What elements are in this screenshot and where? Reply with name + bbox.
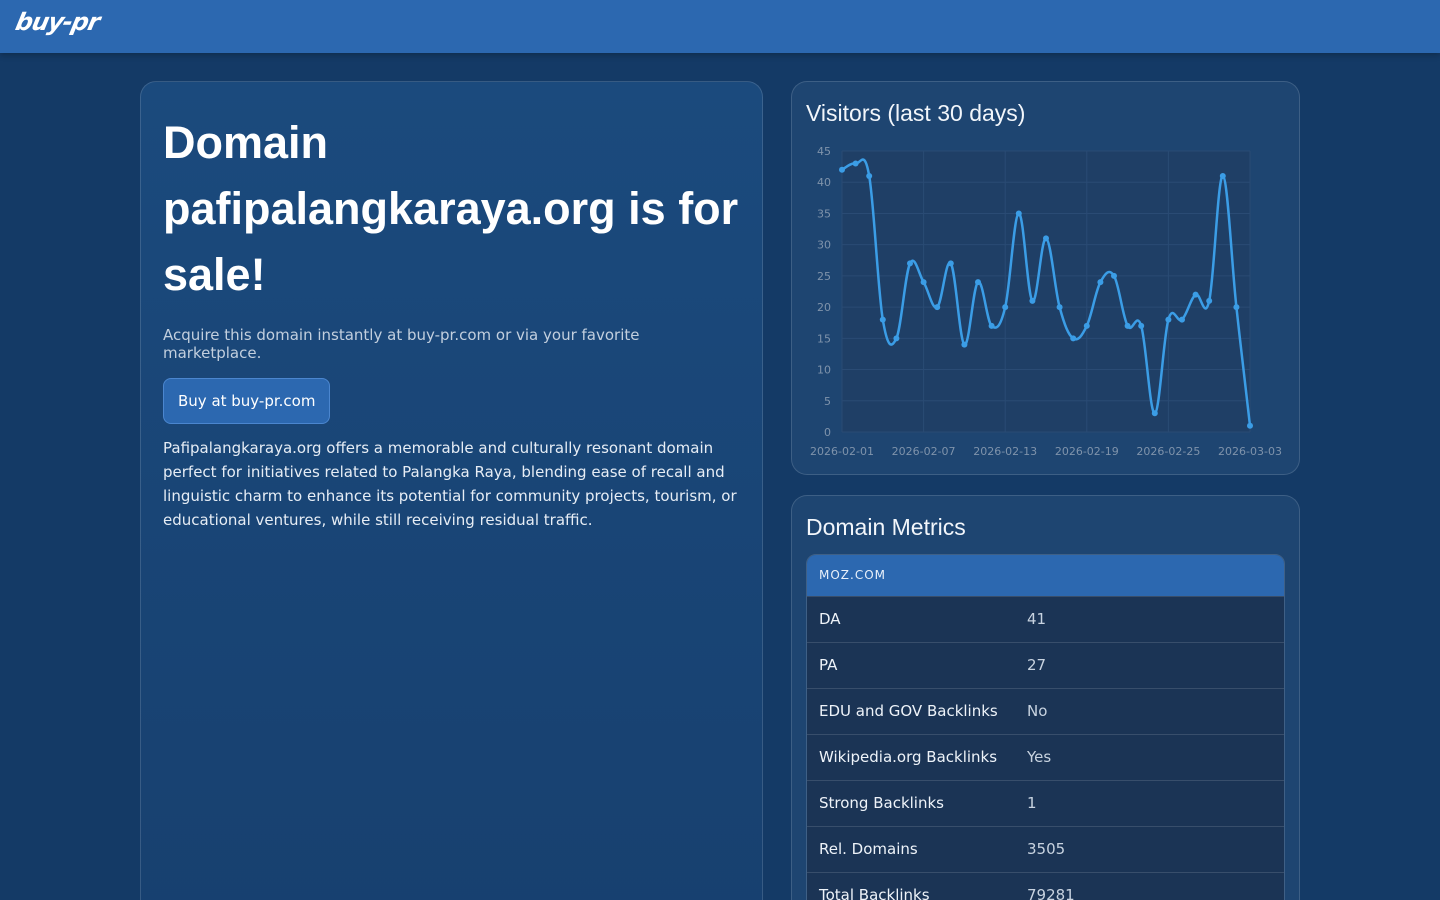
data-point <box>1111 272 1117 279</box>
plot-area <box>842 151 1250 432</box>
metrics-title: Domain Metrics <box>806 514 966 540</box>
page-title: Domain pafipalangkaraya.org is for sale! <box>163 117 739 300</box>
table-row: Total Backlinks 79281 <box>807 872 1284 900</box>
metric-label: DA <box>819 610 841 628</box>
table-row: DA 41 <box>807 596 1284 642</box>
metric-label: Strong Backlinks <box>819 794 944 812</box>
metric-value: Yes <box>1027 748 1052 766</box>
x-tick-label: 2026-03-03 <box>1218 445 1282 458</box>
data-point <box>1097 279 1104 286</box>
data-point <box>1015 210 1022 217</box>
data-point <box>947 260 954 267</box>
data-point <box>1247 422 1253 429</box>
table-row: EDU and GOV Backlinks No <box>807 688 1284 734</box>
domain-sale-card: Domain pafipalangkaraya.org is for sale!… <box>140 81 763 900</box>
metric-value: 3505 <box>1027 840 1066 858</box>
data-point <box>1002 304 1009 311</box>
data-point <box>1138 322 1145 329</box>
x-tick-label: 2026-02-01 <box>810 445 874 458</box>
y-tick-label: 25 <box>817 270 831 283</box>
data-point <box>988 322 995 329</box>
y-tick-label: 40 <box>817 176 831 189</box>
metric-value: No <box>1027 702 1048 720</box>
metric-label: PA <box>819 656 838 674</box>
y-tick-label: 20 <box>817 301 831 314</box>
y-tick-label: 5 <box>824 395 831 408</box>
data-point <box>1056 304 1063 311</box>
metric-value: 27 <box>1027 656 1047 674</box>
data-point <box>1070 335 1077 342</box>
x-tick-label: 2026-02-25 <box>1136 445 1200 458</box>
x-tick-label: 2026-02-19 <box>1055 445 1119 458</box>
visitors-chart: 0 5 10 15 20 25 30 35 40 45 2026-02-01 2026-02-07 20… <box>810 145 1282 458</box>
y-tick-label: 10 <box>817 364 831 377</box>
metric-value: 79281 <box>1027 886 1075 900</box>
data-point <box>839 166 845 173</box>
metric-label: Total Backlinks <box>819 886 930 900</box>
domain-description: Pafipalangkaraya.org offers a memorable … <box>163 439 737 529</box>
data-point <box>1083 322 1090 329</box>
buy-button[interactable]: Buy at buy-pr.com <box>163 378 331 424</box>
data-point <box>1043 235 1049 242</box>
data-point <box>920 279 927 286</box>
data-point <box>1151 410 1158 417</box>
buy-pr-logo[interactable]: buy-pr <box>13 8 102 36</box>
metrics-source: MOZ.COM <box>807 555 1284 596</box>
visitors-title: Visitors (last 30 days) <box>806 100 1026 126</box>
data-point <box>1029 297 1036 304</box>
data-point <box>934 304 941 311</box>
data-point <box>1206 297 1213 304</box>
data-point <box>1165 316 1172 323</box>
data-point <box>852 160 859 167</box>
table-row: PA 27 <box>807 642 1284 688</box>
y-tick-label: 45 <box>817 145 831 158</box>
data-point <box>1219 172 1226 179</box>
table-row: Strong Backlinks 1 <box>807 780 1284 826</box>
data-point <box>1192 291 1199 298</box>
y-tick-label: 30 <box>817 239 831 252</box>
data-point <box>879 316 886 323</box>
y-tick-label: 35 <box>817 207 831 220</box>
data-point <box>975 279 981 286</box>
y-tick-label: 0 <box>824 426 831 439</box>
metric-value: 1 <box>1027 794 1037 812</box>
subtitle: Acquire this domain instantly at buy-pr.… <box>163 326 640 362</box>
table-row: Rel. Domains 3505 <box>807 826 1284 872</box>
metrics-table: MOZ.COM DA 41 PA 27 EDU and GOV Backlinks No W… <box>806 554 1285 900</box>
visitors-chart-card: 0 5 10 15 20 25 30 35 40 45 2026-02-01 2026-02-07 20… <box>791 81 1300 475</box>
y-tick-label: 15 <box>817 332 831 345</box>
data-point <box>1179 316 1185 323</box>
data-point <box>1124 322 1131 329</box>
top-header: buy-pr <box>0 0 1440 53</box>
metric-label: EDU and GOV Backlinks <box>819 702 998 720</box>
data-point <box>866 172 873 179</box>
domain-metrics-card: Domain Metrics MOZ.COM DA 41 PA 27 EDU and G… <box>791 495 1300 900</box>
metric-label: Wikipedia.org Backlinks <box>819 748 998 766</box>
data-point <box>893 335 900 342</box>
metric-label: Rel. Domains <box>819 840 918 858</box>
data-point <box>907 260 913 267</box>
x-tick-label: 2026-02-13 <box>973 445 1037 458</box>
table-row: Wikipedia.org Backlinks Yes <box>807 734 1284 780</box>
metric-value: 41 <box>1027 610 1047 628</box>
x-tick-label: 2026-02-07 <box>892 445 956 458</box>
data-point <box>1233 304 1240 311</box>
data-point <box>961 341 968 348</box>
